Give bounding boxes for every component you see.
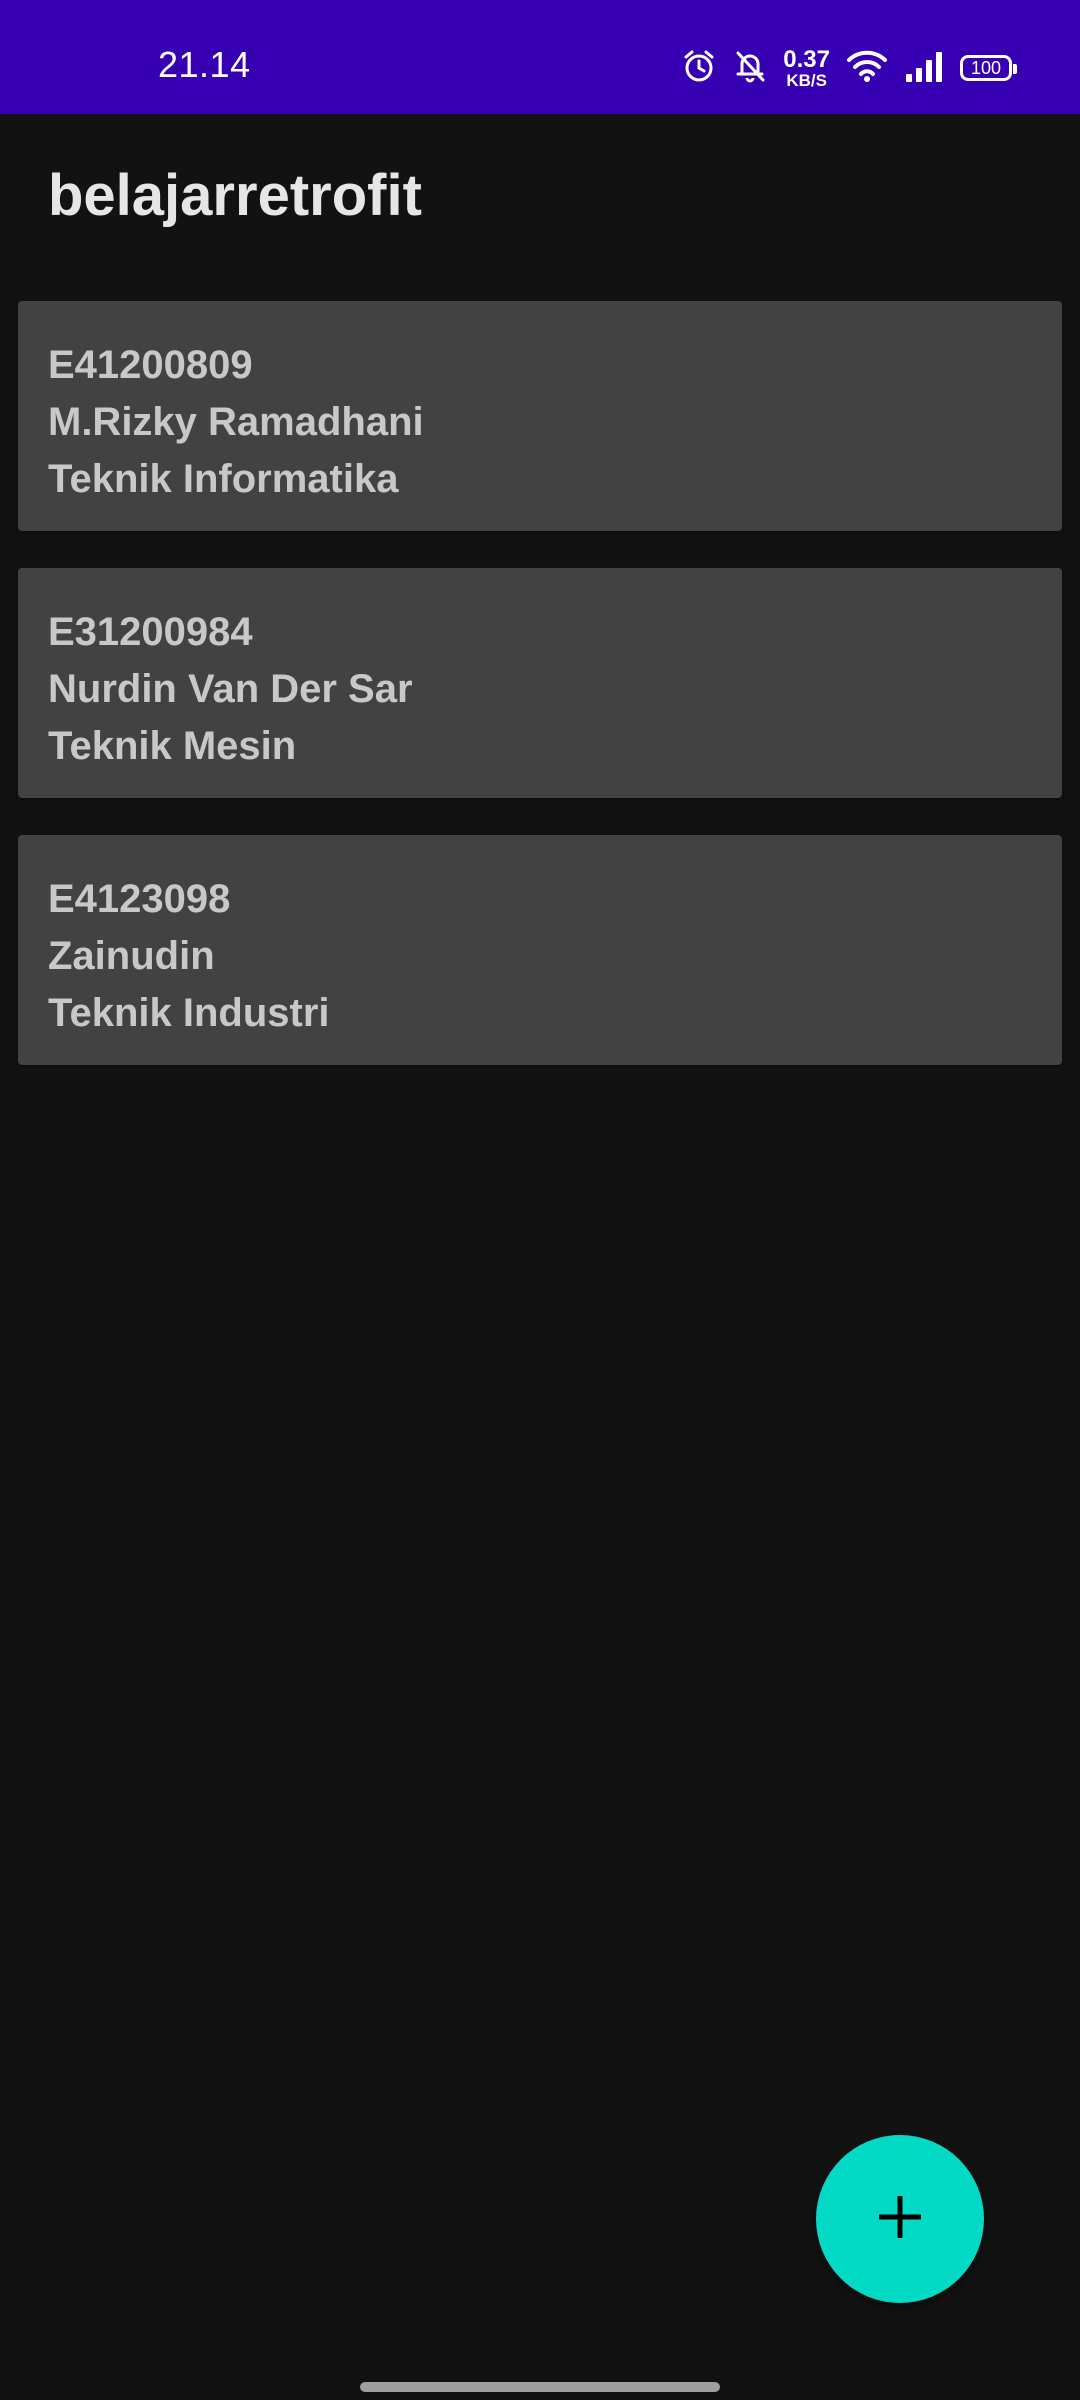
student-card[interactable]: E31200984 Nurdin Van Der Sar Teknik Mesi… — [18, 568, 1062, 798]
wifi-icon — [846, 49, 888, 88]
status-time: 21.14 — [158, 44, 251, 85]
net-speed-unit: KB/S — [786, 70, 827, 90]
student-list: E41200809 M.Rizky Ramadhani Teknik Infor… — [18, 301, 1062, 1102]
student-card[interactable]: E4123098 Zainudin Teknik Industri — [18, 835, 1062, 1065]
alarm-icon — [681, 48, 717, 89]
net-speed: 0.37 KB/S — [783, 45, 830, 90]
app-title: belajarretrofit — [48, 163, 422, 228]
home-indicator[interactable] — [360, 2382, 720, 2392]
student-major: Teknik Informatika — [48, 457, 399, 501]
student-card[interactable]: E41200809 M.Rizky Ramadhani Teknik Infor… — [18, 301, 1062, 531]
student-name: Nurdin Van Der Sar — [48, 667, 413, 711]
battery-icon: 100 — [960, 55, 1017, 81]
battery-level: 100 — [970, 57, 1002, 78]
student-name: M.Rizky Ramadhani — [48, 400, 424, 444]
signal-icon — [904, 50, 944, 87]
student-major: Teknik Mesin — [48, 724, 297, 768]
add-student-button[interactable] — [816, 2135, 984, 2303]
student-nim: E4123098 — [48, 877, 231, 921]
status-bar: 21.14 0.37 KB/S 100 — [0, 0, 1080, 114]
bell-off-icon — [733, 48, 767, 89]
screen: 21.14 0.37 KB/S 100 belajarretrofit E412… — [0, 0, 1080, 2400]
net-speed-value: 0.37 — [783, 45, 830, 73]
plus-icon — [875, 2192, 925, 2247]
student-nim: E41200809 — [48, 343, 253, 387]
student-major: Teknik Industri — [48, 991, 330, 1035]
status-icons: 0.37 KB/S 100 — [665, 45, 1017, 90]
student-nim: E31200984 — [48, 610, 253, 654]
student-name: Zainudin — [48, 934, 215, 978]
